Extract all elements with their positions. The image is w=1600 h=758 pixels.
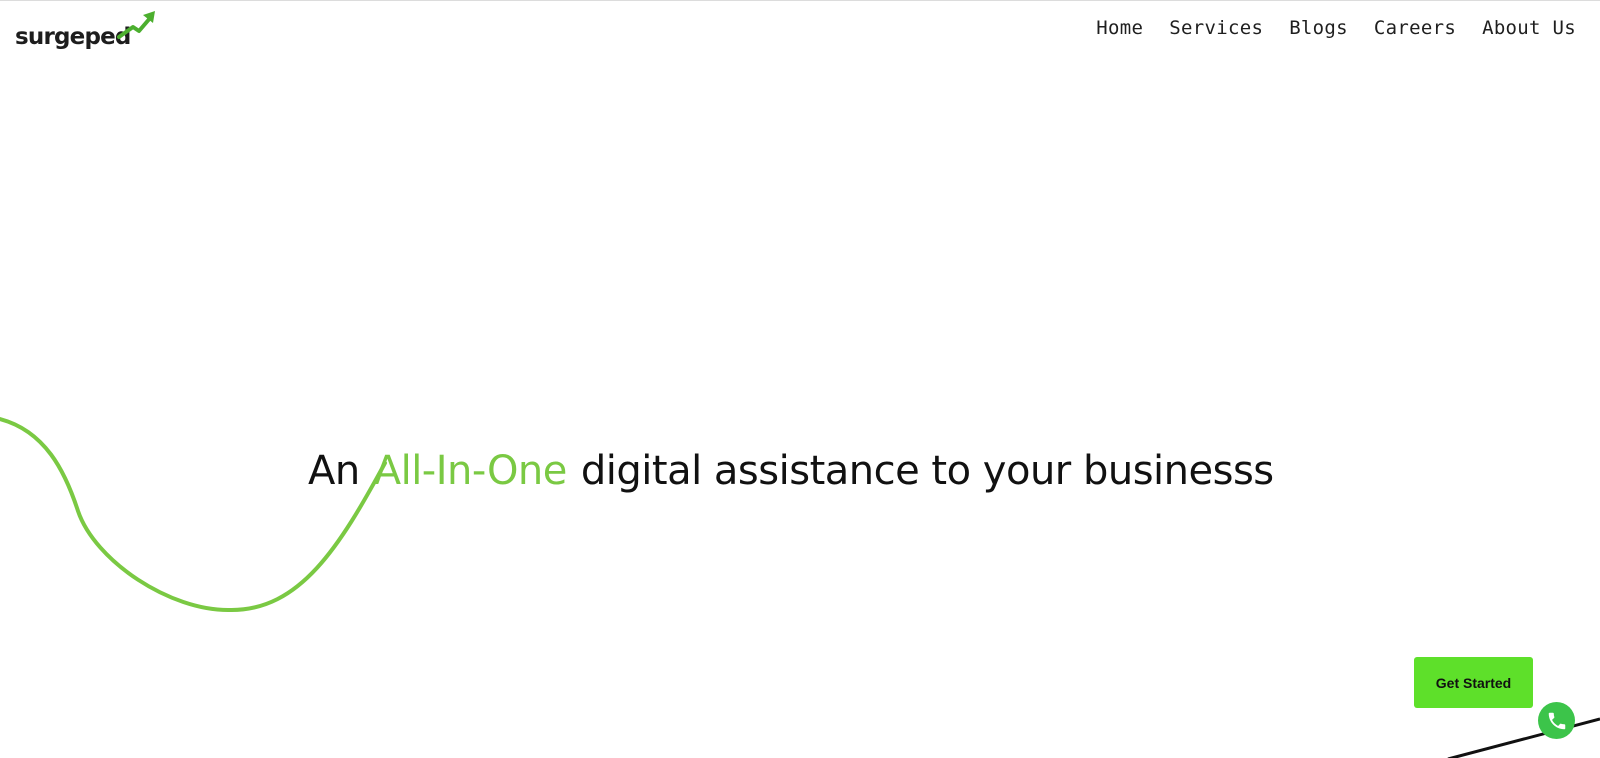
nav-services[interactable]: Services [1169,17,1263,39]
phone-icon [1548,712,1565,729]
page: surgeped Home Services Blogs Careers Abo… [0,0,1600,758]
decorative-curve [0,417,1600,758]
hero-headline: An All-In-One digital assistance to your b… [308,448,1274,494]
hero-prefix: An [308,447,360,494]
phone-button[interactable] [1538,702,1575,739]
nav-careers[interactable]: Careers [1374,17,1456,39]
hero-suffix: digital assistance to your businesss [580,447,1274,494]
trending-up-arrow-icon [117,11,155,39]
nav-home[interactable]: Home [1096,17,1143,39]
nav-blogs[interactable]: Blogs [1289,17,1348,39]
nav-about-us[interactable]: About Us [1482,17,1576,39]
main-nav: Home Services Blogs Careers About Us [1096,17,1576,39]
hero-highlight: All-In-One [373,447,568,494]
get-started-button[interactable]: Get Started [1414,657,1533,708]
logo-text: surgeped [15,24,131,50]
logo[interactable]: surgeped [15,9,155,50]
